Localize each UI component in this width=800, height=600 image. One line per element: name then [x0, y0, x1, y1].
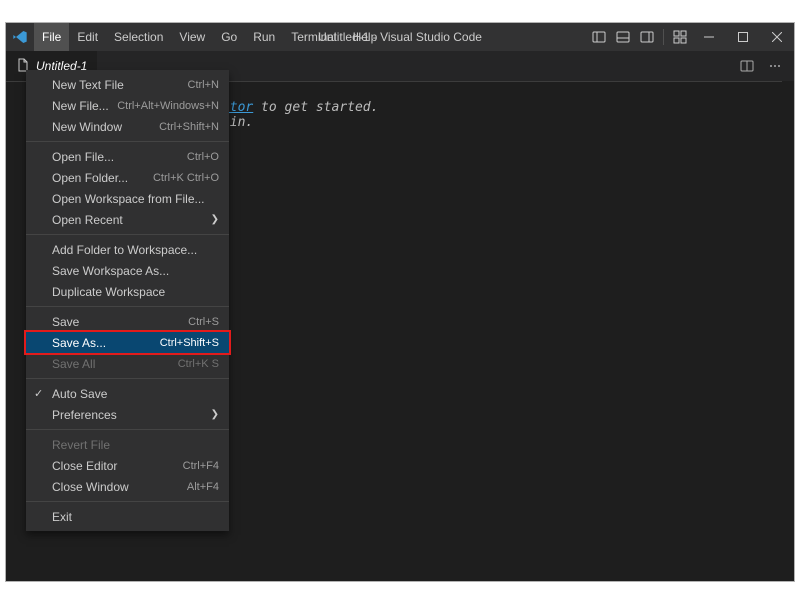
menu-item-open-folder[interactable]: Open Folder... Ctrl+K Ctrl+O	[26, 167, 229, 188]
vscode-logo-icon	[6, 23, 34, 51]
menu-item-open-workspace-from-file[interactable]: Open Workspace from File...	[26, 188, 229, 209]
menubar: File Edit Selection View Go Run Terminal…	[34, 23, 385, 51]
more-actions-icon[interactable]	[764, 55, 786, 77]
menu-item-close-editor[interactable]: Close Editor Ctrl+F4	[26, 455, 229, 476]
menu-item-save-workspace-as[interactable]: Save Workspace As...	[26, 260, 229, 281]
window-minimize-button[interactable]	[692, 23, 726, 51]
toggle-panel-icon[interactable]	[611, 23, 635, 51]
menu-item-revert-file: Revert File	[26, 434, 229, 455]
menu-edit[interactable]: Edit	[69, 23, 106, 51]
menu-separator	[26, 234, 229, 235]
menu-run[interactable]: Run	[245, 23, 283, 51]
menu-item-add-folder-to-workspace[interactable]: Add Folder to Workspace...	[26, 239, 229, 260]
menu-separator	[26, 378, 229, 379]
chevron-right-icon: ❯	[211, 409, 219, 420]
menu-separator	[26, 306, 229, 307]
menu-item-preferences[interactable]: Preferences ❯	[26, 404, 229, 425]
menu-item-auto-save[interactable]: ✓ Auto Save	[26, 383, 229, 404]
titlebar-controls	[587, 23, 794, 51]
menu-item-exit[interactable]: Exit	[26, 506, 229, 527]
menu-item-open-recent[interactable]: Open Recent ❯	[26, 209, 229, 230]
menu-help[interactable]: Help	[345, 23, 386, 51]
chevron-right-icon: ❯	[211, 214, 219, 225]
menu-separator	[26, 429, 229, 430]
menu-item-new-text-file[interactable]: New Text File Ctrl+N	[26, 74, 229, 95]
titlebar: File Edit Selection View Go Run Terminal…	[6, 23, 794, 51]
menu-item-save[interactable]: Save Ctrl+S	[26, 311, 229, 332]
customize-layout-icon[interactable]	[668, 23, 692, 51]
layout-separator	[663, 29, 664, 45]
menu-separator	[26, 141, 229, 142]
menu-item-close-window[interactable]: Close Window Alt+F4	[26, 476, 229, 497]
check-icon: ✓	[34, 383, 43, 404]
menu-item-save-as[interactable]: Save As... Ctrl+Shift+S	[26, 332, 229, 353]
vscode-window: File Edit Selection View Go Run Terminal…	[6, 23, 794, 581]
menu-separator	[26, 501, 229, 502]
toggle-secondary-sidebar-icon[interactable]	[635, 23, 659, 51]
toggle-primary-sidebar-icon[interactable]	[587, 23, 611, 51]
menu-view[interactable]: View	[171, 23, 213, 51]
menu-go[interactable]: Go	[213, 23, 245, 51]
menu-item-save-all: Save All Ctrl+K S	[26, 353, 229, 374]
file-menu-dropdown: New Text File Ctrl+N New File... Ctrl+Al…	[26, 70, 229, 531]
window-close-button[interactable]	[760, 23, 794, 51]
menu-terminal[interactable]: Terminal	[283, 23, 344, 51]
menu-item-open-file[interactable]: Open File... Ctrl+O	[26, 146, 229, 167]
split-editor-icon[interactable]	[736, 55, 758, 77]
menu-file[interactable]: File	[34, 23, 69, 51]
window-maximize-button[interactable]	[726, 23, 760, 51]
menu-selection[interactable]: Selection	[106, 23, 171, 51]
menu-item-new-window[interactable]: New Window Ctrl+Shift+N	[26, 116, 229, 137]
menu-item-duplicate-workspace[interactable]: Duplicate Workspace	[26, 281, 229, 302]
menu-item-new-file[interactable]: New File... Ctrl+Alt+Windows+N	[26, 95, 229, 116]
